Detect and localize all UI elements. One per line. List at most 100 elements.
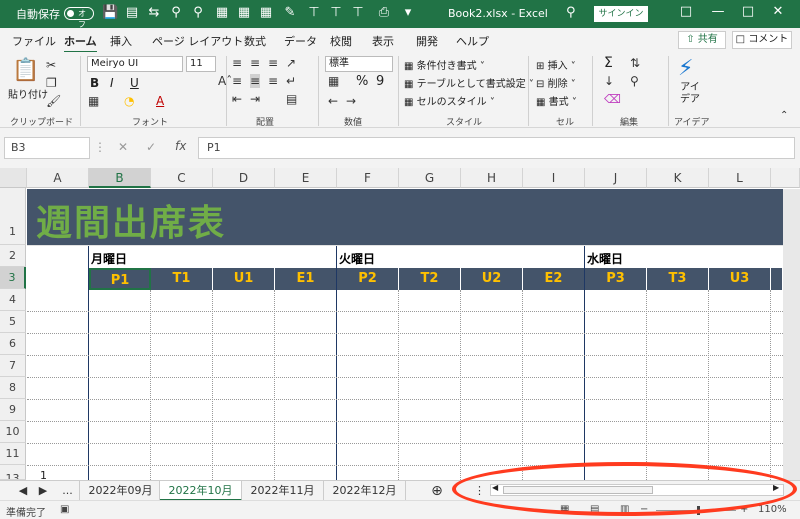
header-cell[interactable]: T2 bbox=[399, 268, 461, 290]
header-cell-selected[interactable]: P1 bbox=[89, 268, 151, 290]
comma-button[interactable]: 9 bbox=[376, 74, 384, 89]
column-header[interactable]: G bbox=[399, 168, 461, 188]
column-header[interactable]: A bbox=[27, 168, 89, 188]
header-cell[interactable]: E1 bbox=[275, 268, 337, 290]
cell-a13[interactable]: 1 bbox=[40, 469, 47, 480]
header-cell[interactable]: U3 bbox=[709, 268, 771, 290]
zoom-level[interactable]: 110% bbox=[758, 504, 787, 515]
autosum-button[interactable]: Σ bbox=[604, 55, 613, 71]
wrap-text-icon[interactable]: ↵ bbox=[286, 74, 296, 88]
row-header[interactable]: 9 bbox=[0, 399, 26, 421]
move-icon[interactable]: ⇆ bbox=[146, 5, 162, 20]
percent-button[interactable]: % bbox=[356, 74, 368, 89]
row-header[interactable]: 10 bbox=[0, 421, 26, 443]
close-icon[interactable]: ✕ bbox=[768, 4, 788, 19]
header-cell[interactable]: P3 bbox=[585, 268, 647, 290]
underline-button[interactable]: U bbox=[130, 76, 139, 90]
row-header[interactable]: 3 bbox=[0, 267, 26, 289]
increase-decimal-icon[interactable]: ← bbox=[328, 94, 338, 108]
tab-data[interactable]: データ bbox=[284, 33, 317, 49]
column-header[interactable]: K bbox=[647, 168, 709, 188]
column-header[interactable]: C bbox=[151, 168, 213, 188]
tab-view[interactable]: 表示 bbox=[372, 33, 394, 49]
increase-indent-icon[interactable]: ⇥ bbox=[250, 92, 260, 106]
row-header[interactable]: 8 bbox=[0, 377, 26, 399]
column-header[interactable]: D bbox=[213, 168, 275, 188]
align-left-icon[interactable]: ≡ bbox=[232, 74, 242, 88]
ideas-button[interactable]: アイデア bbox=[680, 82, 700, 106]
accounting-icon[interactable]: ▦ bbox=[328, 74, 339, 88]
decrease-indent-icon[interactable]: ⇤ bbox=[232, 92, 242, 106]
name-box[interactable]: B3 bbox=[4, 137, 90, 159]
copy-icon[interactable]: ❐ bbox=[46, 76, 57, 90]
add-sheet-icon[interactable]: ⊕ bbox=[426, 481, 448, 501]
select-all-corner[interactable] bbox=[0, 168, 27, 188]
column-header[interactable]: I bbox=[523, 168, 585, 188]
italic-button[interactable]: I bbox=[110, 76, 114, 90]
ideas-icon[interactable]: ⚡ bbox=[678, 56, 693, 81]
find-icon[interactable]: ⚲ bbox=[630, 74, 639, 88]
freeze-icon[interactable]: ⊤ bbox=[306, 5, 322, 20]
column-header-partial[interactable] bbox=[771, 168, 800, 188]
format-cells-button[interactable]: ▦ 書式 ˅ bbox=[536, 93, 577, 108]
header-cell[interactable]: T3 bbox=[647, 268, 709, 290]
column-header[interactable]: F bbox=[337, 168, 399, 188]
ribbon-display-icon[interactable]: □ bbox=[676, 4, 696, 19]
font-name-select[interactable]: Meiryo UI bbox=[87, 56, 183, 72]
header-cell[interactable]: U1 bbox=[213, 268, 275, 290]
autosave-toggle[interactable]: オフ bbox=[64, 7, 94, 29]
borders-icon[interactable]: ▦ bbox=[214, 5, 230, 20]
tab-home[interactable]: ホーム bbox=[64, 33, 97, 53]
maximize-icon[interactable]: □ bbox=[738, 4, 758, 19]
paint-icon[interactable]: ✎ bbox=[282, 5, 298, 20]
row-header[interactable]: 6 bbox=[0, 333, 26, 355]
cancel-icon[interactable]: ✕ bbox=[118, 140, 128, 154]
freeze-col-icon[interactable]: ⊤ bbox=[350, 5, 366, 20]
header-cell-partial[interactable] bbox=[771, 268, 783, 290]
align-bottom-icon[interactable]: ≡ bbox=[268, 56, 278, 70]
row-header[interactable]: 2 bbox=[0, 245, 26, 267]
signin-button[interactable]: サインイン bbox=[594, 6, 648, 22]
column-header[interactable]: B bbox=[89, 168, 151, 188]
column-header[interactable]: J bbox=[585, 168, 647, 188]
row-header[interactable]: 7 bbox=[0, 355, 26, 377]
bold-button[interactable]: B bbox=[90, 76, 99, 90]
filter-icon[interactable]: ⚲ bbox=[168, 5, 184, 20]
header-cell[interactable]: P2 bbox=[337, 268, 399, 290]
header-cell[interactable]: T1 bbox=[151, 268, 213, 290]
font-color-button[interactable]: A bbox=[156, 94, 164, 108]
more-sheets-button[interactable]: ... bbox=[56, 481, 80, 501]
insert-cells-button[interactable]: ⊞ 挿入 ˅ bbox=[536, 57, 576, 72]
align-middle-icon[interactable]: ≡ bbox=[250, 56, 260, 70]
search-icon[interactable]: ⚲ bbox=[566, 5, 576, 20]
tab-formulas[interactable]: 数式 bbox=[244, 33, 266, 49]
font-size-select[interactable]: 11 bbox=[186, 56, 216, 72]
print-preview-icon[interactable]: ⎙ bbox=[376, 5, 392, 20]
column-header[interactable]: L bbox=[709, 168, 771, 188]
worksheet-grid[interactable]: A B C D E F G H I J K L 1 2 3 4 5 6 7 8 … bbox=[0, 168, 800, 480]
row-header[interactable]: 13 bbox=[0, 468, 26, 480]
align-center-icon[interactable]: ≡ bbox=[250, 74, 261, 88]
tab-file[interactable]: ファイル bbox=[12, 33, 56, 49]
minimize-icon[interactable]: — bbox=[708, 4, 728, 19]
cut-icon[interactable]: ✂ bbox=[46, 58, 56, 72]
sheet-tab-active[interactable]: 2022年10月 bbox=[160, 481, 242, 501]
insert-function-button[interactable]: fx bbox=[175, 139, 186, 153]
column-header[interactable]: E bbox=[275, 168, 337, 188]
sheet-tab[interactable]: 2022年12月 bbox=[324, 481, 406, 501]
sheet-tab[interactable]: 2022年11月 bbox=[242, 481, 324, 501]
collapse-ribbon-icon[interactable]: ⌃ bbox=[780, 110, 788, 121]
row-header[interactable]: 5 bbox=[0, 311, 26, 333]
header-cell[interactable]: U2 bbox=[461, 268, 523, 290]
borders-button-icon[interactable]: ▦ bbox=[88, 94, 99, 108]
grid-icon[interactable]: ▦ bbox=[236, 5, 252, 20]
formula-input[interactable]: P1 bbox=[198, 137, 795, 159]
share-button[interactable]: ⇧ 共有 bbox=[678, 31, 726, 49]
tab-page-layout[interactable]: ページ レイアウト bbox=[152, 33, 243, 49]
align-top-icon[interactable]: ≡ bbox=[232, 56, 242, 70]
customize-icon[interactable]: ▾ bbox=[400, 5, 416, 20]
namebox-more-icon[interactable]: ⋮ bbox=[94, 140, 106, 154]
filter-clear-icon[interactable]: ⚲ bbox=[190, 5, 206, 20]
clear-icon[interactable]: ⌫ bbox=[604, 92, 621, 106]
format-painter-icon[interactable]: 🖌 bbox=[46, 94, 61, 108]
